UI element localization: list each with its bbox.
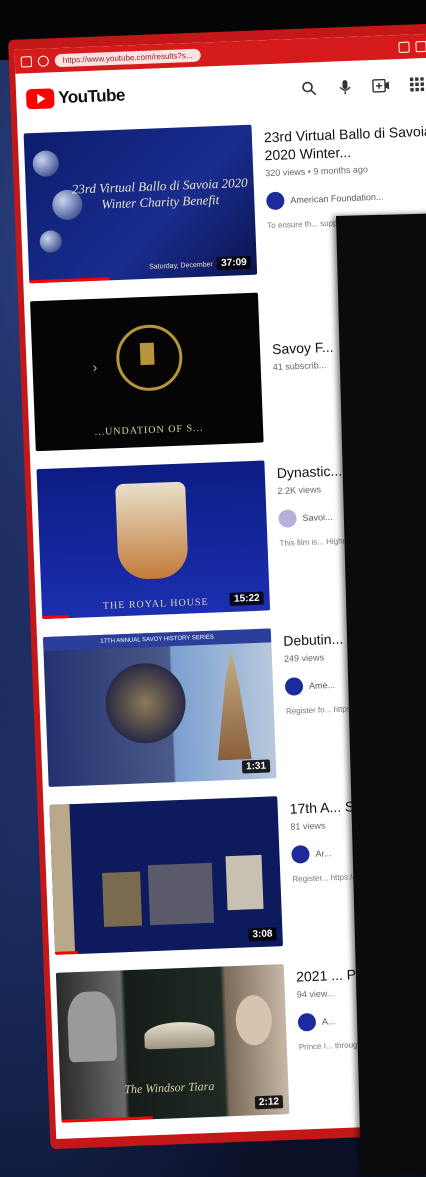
- portrait-image: [102, 871, 143, 927]
- watch-progress: [61, 1116, 153, 1123]
- video-thumbnail[interactable]: The Windsor Tiara 2:12: [55, 964, 290, 1123]
- menu-icon[interactable]: [415, 40, 426, 52]
- portrait-image: [225, 854, 264, 911]
- channel-banner[interactable]: › ...UNDATION OF S...: [30, 292, 264, 452]
- channel-avatar[interactable]: [266, 191, 285, 211]
- channel-avatar[interactable]: [278, 509, 297, 528]
- video-thumbnail[interactable]: THE ROYAL HOUSE 15:22: [36, 460, 271, 620]
- tiara-image: [143, 1020, 215, 1050]
- thumbnail-date: Saturday, December: [149, 261, 213, 271]
- thumbnail-caption: 23rd Virtual Ballo di Savoia 2020 Winter…: [71, 174, 248, 212]
- channel-name[interactable]: Ar...: [315, 848, 331, 859]
- duration-badge: 2:12: [254, 1095, 284, 1110]
- chevron-left-icon: ›: [92, 358, 98, 375]
- duration-badge: 15:22: [229, 591, 264, 606]
- mic-icon[interactable]: [336, 78, 355, 97]
- apps-icon[interactable]: [408, 75, 426, 94]
- channel-name[interactable]: A...: [322, 1016, 336, 1027]
- refresh-icon[interactable]: [20, 55, 33, 68]
- youtube-play-icon: [25, 88, 55, 110]
- thumbnail-caption: The Windsor Tiara: [124, 1078, 215, 1097]
- thumbnail-caption: 17TH ANNUAL SAVOY HISTORY SERIES: [42, 628, 272, 652]
- create-icon[interactable]: [372, 76, 391, 95]
- search-icon[interactable]: [300, 79, 319, 98]
- portrait-image: [66, 990, 118, 1063]
- ornament-decor: [39, 230, 63, 253]
- dome-image: [104, 661, 188, 745]
- duration-badge: 1:31: [241, 759, 271, 774]
- video-stats: 320 views • 9 months ago: [265, 164, 369, 179]
- url-field[interactable]: https://www.youtube.com/results?s...: [54, 48, 201, 67]
- portrait-image: [147, 862, 215, 926]
- channel-name[interactable]: Savoi...: [302, 512, 332, 523]
- channel-avatar[interactable]: [297, 1012, 317, 1032]
- channel-avatar[interactable]: [291, 845, 310, 864]
- duration-badge: 37:09: [216, 255, 251, 271]
- youtube-logo[interactable]: YouTube: [25, 85, 126, 110]
- crest-shield: [139, 342, 155, 366]
- channel-name[interactable]: Ame...: [309, 680, 335, 691]
- heraldic-shield: [115, 481, 189, 581]
- ornament-decor: [32, 150, 60, 178]
- video-thumbnail[interactable]: 23rd Virtual Ballo di Savoia 2020 Winter…: [23, 124, 258, 284]
- channel-name[interactable]: American Foundation...: [290, 192, 383, 206]
- banner-caption: ...UNDATION OF S...: [94, 422, 204, 438]
- video-thumbnail[interactable]: 3:08: [49, 796, 283, 955]
- watch-progress: [29, 277, 110, 284]
- duration-badge: 3:08: [248, 927, 277, 942]
- lock-icon: [37, 54, 50, 67]
- watch-progress: [55, 950, 78, 955]
- border-strip: [49, 804, 76, 955]
- video-title[interactable]: 23rd Virtual Ballo di Savoia 2020 Winter…: [264, 121, 426, 164]
- tabs-icon[interactable]: [398, 41, 410, 53]
- watch-progress: [42, 615, 70, 620]
- channel-avatar[interactable]: [284, 677, 304, 696]
- tower-image: [214, 649, 252, 760]
- logo-wordmark: YouTube: [57, 85, 126, 108]
- video-thumbnail[interactable]: 17TH ANNUAL SAVOY HISTORY SERIES 1:31: [42, 628, 277, 787]
- channel-row[interactable]: American Foundation...: [266, 185, 426, 211]
- portrait-image: [234, 994, 273, 1046]
